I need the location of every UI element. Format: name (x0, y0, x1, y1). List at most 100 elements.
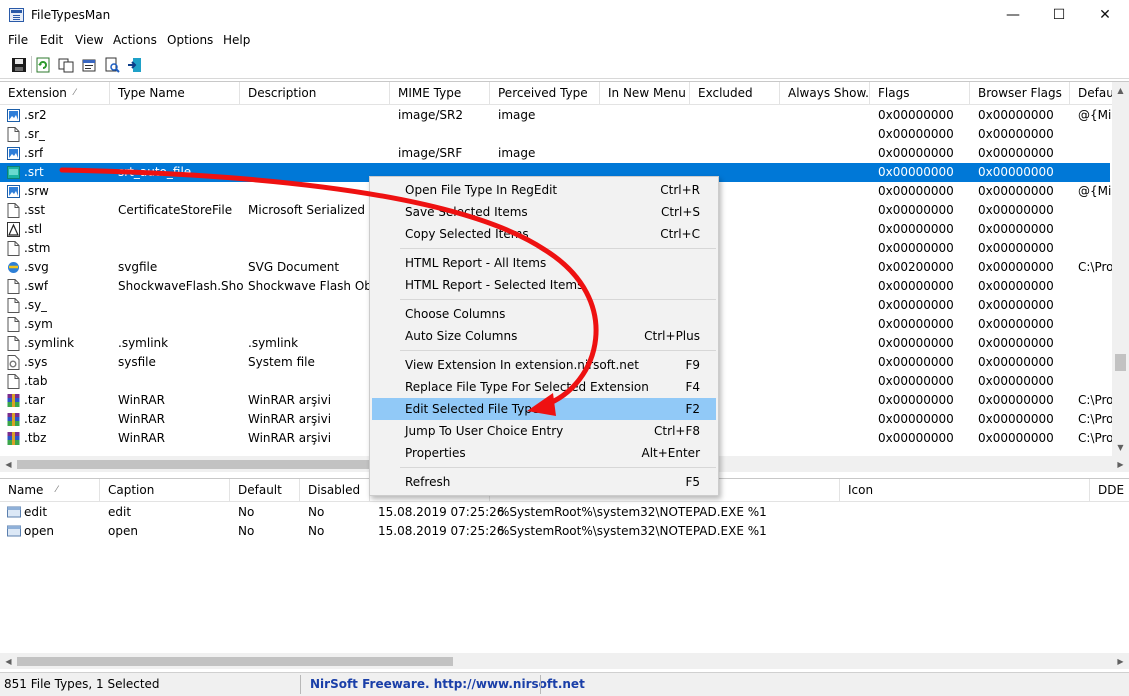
column-description[interactable]: Description (240, 82, 390, 105)
menu-edit[interactable]: Edit (40, 33, 63, 47)
nirsoft-link[interactable]: NirSoft Freeware. http://www.nirsoft.net (310, 677, 585, 691)
cell-extension: .tab (24, 374, 48, 388)
cell-browser-flags: 0x00000000 (978, 165, 1054, 179)
vscroll-thumb[interactable] (1115, 354, 1126, 371)
column-name[interactable]: Name ⁄ (0, 479, 100, 502)
cell-browser-flags: 0x00000000 (978, 431, 1054, 445)
properties-icon[interactable] (79, 55, 99, 75)
column-browser-flags[interactable]: Browser Flags (970, 82, 1070, 105)
cell-default: C:\Pro (1078, 431, 1114, 445)
cell-flags: 0x00000000 (878, 203, 954, 217)
table-row[interactable]: .sr2 image/SR2 image 0x00000000 0x00000000 @{… (0, 106, 1118, 125)
menu-item-choose-columns[interactable]: Choose Columns (372, 303, 716, 325)
hscroll-thumb[interactable] (17, 657, 453, 666)
menu-item-label: Jump To User Choice Entry (405, 424, 564, 438)
column-caption[interactable]: Caption (100, 479, 230, 502)
scroll-right-icon[interactable]: ▶ (1112, 456, 1129, 472)
scroll-left-icon[interactable]: ◀ (0, 653, 17, 669)
menu-item-view-extension-in-extension-nirsoft-net[interactable]: View Extension In extension.nirsoft.net F… (372, 354, 716, 376)
verb-icon (7, 524, 21, 539)
column-mime-type[interactable]: MIME Type (390, 82, 490, 105)
column-perceived-type[interactable]: Perceived Type (490, 82, 600, 105)
close-button[interactable]: ✕ (1082, 0, 1128, 30)
cell-browser-flags: 0x00000000 (978, 146, 1054, 160)
column-disabled[interactable]: Disabled (300, 479, 370, 502)
toolbar-separator (31, 56, 32, 73)
column-always-show[interactable]: Always Show... (780, 82, 870, 105)
menu-item-copy-selected-items[interactable]: Copy Selected Items Ctrl+C (372, 223, 716, 245)
file-blank-icon (7, 279, 20, 294)
status-divider (300, 675, 301, 694)
menu-item-shortcut: Ctrl+S (660, 205, 700, 219)
cell-flags: 0x00000000 (878, 127, 954, 141)
cell-browser-flags: 0x00000000 (978, 108, 1054, 122)
cell-flags: 0x00000000 (878, 184, 954, 198)
table-row[interactable]: .srf image/SRF image 0x00000000 0x00000000 (0, 144, 1110, 163)
column-flags[interactable]: Flags (870, 82, 970, 105)
menu-item-label: Save Selected Items (405, 205, 528, 219)
menu-bar: File Edit View Actions Options Help (0, 30, 1129, 51)
hscroll-thumb[interactable] (17, 460, 369, 469)
cell-extension: .srf (24, 146, 44, 160)
menu-actions[interactable]: Actions (113, 33, 157, 47)
cell-description: WinRAR arşivi (248, 431, 332, 445)
menu-item-shortcut: F5 (685, 475, 700, 489)
menu-view[interactable]: View (75, 33, 103, 47)
action-row[interactable]: open open No No 15.08.2019 07:25:26 %SystemRo… (0, 522, 1110, 541)
column-icon[interactable]: Icon (840, 479, 1090, 502)
file-rar-icon (7, 431, 20, 446)
cell-mime-type: image/SR2 (398, 108, 464, 122)
refresh-icon[interactable] (33, 55, 53, 75)
menu-item-html-report-selected-items[interactable]: HTML Report - Selected Items (372, 274, 716, 296)
column-default[interactable]: Default (230, 479, 300, 502)
save-icon[interactable] (9, 55, 29, 75)
file-image-icon (7, 108, 20, 123)
exit-icon[interactable] (125, 55, 145, 75)
menu-options[interactable]: Options (167, 33, 213, 47)
menu-item-refresh[interactable]: Refresh F5 (372, 471, 716, 493)
scroll-right-icon[interactable]: ▶ (1112, 653, 1129, 669)
cell-extension: .srw (24, 184, 49, 198)
file-sys-icon (7, 355, 20, 370)
scroll-down-icon[interactable]: ▼ (1112, 439, 1129, 456)
cell-browser-flags: 0x00000000 (978, 298, 1054, 312)
menu-item-edit-selected-file-type[interactable]: Edit Selected File Type F2 (372, 398, 716, 420)
cell-name: open (24, 524, 54, 538)
column-dde[interactable]: DDE M (1090, 479, 1129, 502)
menu-item-save-selected-items[interactable]: Save Selected Items Ctrl+S (372, 201, 716, 223)
cell-command: %SystemRoot%\system32\NOTEPAD.EXE %1 (498, 524, 767, 538)
menu-item-auto-size-columns[interactable]: Auto Size Columns Ctrl+Plus (372, 325, 716, 347)
cell-flags: 0x00000000 (878, 355, 954, 369)
action-row[interactable]: edit edit No No 15.08.2019 07:25:26 %SystemRo… (0, 503, 1110, 522)
cell-flags: 0x00000000 (878, 241, 954, 255)
menu-item-properties[interactable]: Properties Alt+Enter (372, 442, 716, 464)
menu-item-html-report-all-items[interactable]: HTML Report - All Items (372, 252, 716, 274)
table-row[interactable]: .sr_ 0x00000000 0x00000000 (0, 125, 1110, 144)
minimize-button[interactable]: — (990, 0, 1036, 30)
copy-icon[interactable] (56, 55, 76, 75)
actions-hscroll[interactable]: ◀ ▶ (0, 653, 1129, 669)
cell-browser-flags: 0x00000000 (978, 260, 1054, 274)
scroll-up-icon[interactable]: ▲ (1112, 82, 1129, 99)
window-title: FileTypesMan (31, 8, 111, 22)
file-types-vscroll[interactable]: ▲ ▼ (1112, 82, 1129, 456)
scroll-left-icon[interactable]: ◀ (0, 456, 17, 472)
menu-item-jump-to-user-choice-entry[interactable]: Jump To User Choice Entry Ctrl+F8 (372, 420, 716, 442)
cell-type-name: .symlink (118, 336, 169, 350)
menu-item-replace-file-type-for-selected-extension[interactable]: Replace File Type For Selected Extension… (372, 376, 716, 398)
find-icon[interactable] (102, 55, 122, 75)
cell-type-name: WinRAR (118, 412, 165, 426)
file-rar-icon (7, 412, 20, 427)
menu-item-label: Choose Columns (405, 307, 506, 321)
cell-description: System file (248, 355, 315, 369)
column-excluded[interactable]: Excluded (690, 82, 780, 105)
menu-item-open-file-type-in-regedit[interactable]: Open File Type In RegEdit Ctrl+R (372, 179, 716, 201)
column-extension[interactable]: Extension ⁄ (0, 82, 110, 105)
column-in-new-menu[interactable]: In New Menu (600, 82, 690, 105)
menu-file[interactable]: File (8, 33, 28, 47)
maximize-button[interactable]: ☐ (1036, 0, 1082, 30)
cell-description: SVG Document (248, 260, 340, 274)
column-type-name[interactable]: Type Name (110, 82, 240, 105)
menu-help[interactable]: Help (223, 33, 250, 47)
cell-flags: 0x00000000 (878, 146, 954, 160)
